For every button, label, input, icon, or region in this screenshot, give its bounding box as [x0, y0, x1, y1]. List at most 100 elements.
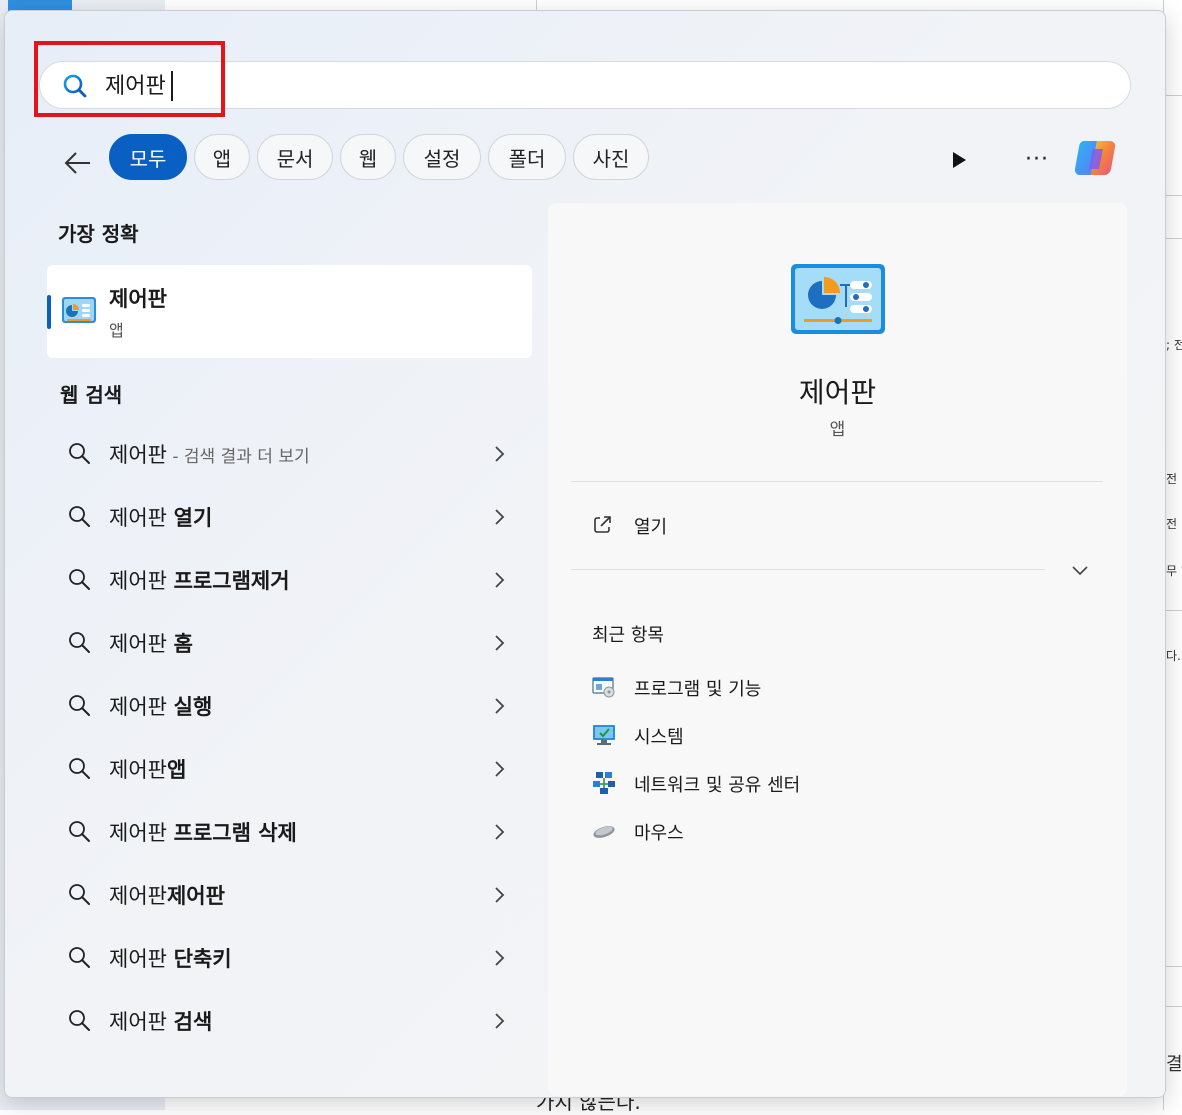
- back-arrow-icon[interactable]: [63, 149, 93, 177]
- web-search-item[interactable]: 제어판제어판: [65, 874, 515, 914]
- query-prefix: 제어판: [109, 947, 174, 971]
- web-search-item-label: 제어판 단축키: [109, 943, 232, 973]
- background-text: 전: [1166, 472, 1178, 486]
- search-icon: [69, 1010, 90, 1031]
- chevron-right-icon: [495, 446, 505, 462]
- web-search-item[interactable]: 제어판 열기: [65, 496, 515, 536]
- mouse-icon: [593, 826, 615, 838]
- search-icon: [69, 506, 90, 527]
- web-search-item[interactable]: 제어판 프로그램제거: [65, 559, 515, 599]
- web-search-item[interactable]: 제어판앱: [65, 748, 515, 788]
- recent-items-heading: 최근 항목: [592, 625, 664, 646]
- web-search-item[interactable]: 제어판 실행: [65, 685, 515, 725]
- best-match-subtitle: 앱: [109, 321, 124, 340]
- filter-apps[interactable]: 앱: [194, 134, 250, 180]
- query-prefix: 제어판: [109, 1010, 174, 1034]
- start-menu: 제어판 모두 앱 문서 웹 설정 폴더 사진 ··· 가장 정확 제어판 앱 웹…: [4, 10, 1166, 1098]
- search-icon: [69, 947, 90, 968]
- query-suggestion: 검색: [173, 1010, 213, 1034]
- background-text: 무 ?: [1166, 564, 1182, 578]
- query-suggestion: 단축키: [173, 947, 232, 971]
- preview-title: 제어판: [798, 376, 877, 409]
- background-text: 전: [1166, 517, 1178, 531]
- best-match-heading: 가장 정확: [58, 222, 139, 246]
- web-search-item[interactable]: 제어판 단축키: [65, 937, 515, 977]
- divider: [571, 481, 1103, 482]
- query-suggestion: 제어판: [166, 884, 225, 908]
- search-icon: [69, 569, 90, 590]
- search-icon: [69, 821, 90, 842]
- preview-pane: 제어판 앱 열기 최근 항목 프로그램 및 기능 시스템 네트워크 및 공유 센…: [548, 203, 1127, 1096]
- query-suggestion: 열기: [173, 506, 213, 530]
- play-more-filters-icon[interactable]: [949, 150, 969, 170]
- recent-item-label: 마우스: [634, 823, 684, 844]
- chevron-right-icon: [495, 509, 505, 525]
- query-prefix: 제어판: [109, 884, 167, 908]
- control-panel-large-icon: [791, 264, 885, 334]
- query-prefix: 제어판: [109, 569, 174, 593]
- control-panel-icon: [62, 297, 96, 323]
- query-suggestion: 프로그램 삭제: [173, 821, 297, 845]
- query-suggestion: 프로그램제거: [173, 569, 290, 593]
- web-search-item[interactable]: 제어판 프로그램 삭제: [65, 811, 515, 851]
- query-prefix: 제어판: [109, 695, 174, 719]
- recent-item-label: 프로그램 및 기능: [634, 679, 762, 700]
- web-search-item[interactable]: 제어판 - 검색 결과 더 보기: [65, 433, 515, 473]
- query-suggestion: 실행: [173, 695, 213, 719]
- chevron-right-icon: [495, 950, 505, 966]
- chevron-right-icon: [495, 761, 505, 777]
- search-icon: [69, 695, 90, 716]
- copilot-icon[interactable]: [1073, 135, 1123, 181]
- filter-all[interactable]: 모두: [109, 134, 187, 180]
- query-prefix: 제어판: [109, 506, 174, 530]
- search-icon: [69, 758, 90, 779]
- chevron-right-icon: [495, 824, 505, 840]
- web-search-item-label: 제어판 열기: [109, 502, 212, 532]
- web-search-item[interactable]: 제어판 검색: [65, 1000, 515, 1040]
- background-text: ; 전: [1166, 338, 1182, 352]
- background-text: 다. I: [1166, 649, 1182, 663]
- programs-features-icon: [592, 677, 615, 698]
- filter-documents[interactable]: 문서: [257, 134, 333, 180]
- filter-settings[interactable]: 설정: [403, 134, 481, 180]
- chevron-right-icon: [495, 1013, 505, 1029]
- background-divider: [536, 0, 537, 10]
- query-suggestion: 홈: [173, 632, 193, 656]
- open-external-icon[interactable]: [592, 515, 612, 535]
- query-prefix: 제어판: [109, 443, 167, 467]
- search-icon: [69, 443, 90, 464]
- chevron-down-icon[interactable]: [1071, 564, 1089, 576]
- best-match-item[interactable]: 제어판 앱: [47, 265, 532, 358]
- web-search-item-label: 제어판 검색: [109, 1006, 212, 1036]
- web-search-item-label: 제어판 홈: [109, 628, 193, 658]
- divider: [571, 569, 1045, 570]
- best-match-title: 제어판: [109, 287, 167, 311]
- background-text: 결: [1166, 1054, 1182, 1075]
- search-icon: [69, 884, 90, 905]
- filter-web[interactable]: 웹: [340, 134, 396, 180]
- system-monitor-icon: [593, 725, 615, 745]
- chevron-right-icon: [495, 635, 505, 651]
- filter-photos[interactable]: 사진: [573, 134, 649, 180]
- open-action[interactable]: 열기: [634, 513, 667, 539]
- more-options-button[interactable]: ···: [1025, 147, 1049, 172]
- preview-subtitle: 앱: [829, 420, 846, 440]
- recent-item-label: 네트워크 및 공유 센터: [634, 775, 801, 796]
- web-search-item[interactable]: 제어판 홈: [65, 622, 515, 662]
- web-search-item-label: 제어판 프로그램제거: [109, 565, 290, 595]
- query-suggestion: 앱: [166, 758, 187, 782]
- query-hint: - 검색 결과 더 보기: [166, 447, 310, 467]
- web-search-item-label: 제어판 프로그램 삭제: [109, 817, 297, 847]
- search-icon: [69, 632, 90, 653]
- web-search-item-label: 제어판제어판: [109, 880, 225, 910]
- network-sharing-icon: [593, 772, 615, 794]
- selection-indicator: [47, 295, 51, 329]
- chevron-right-icon: [495, 887, 505, 903]
- query-prefix: 제어판: [109, 632, 174, 656]
- chevron-right-icon: [495, 698, 505, 714]
- filter-folders[interactable]: 폴더: [488, 134, 566, 180]
- query-prefix: 제어판: [109, 821, 174, 845]
- web-search-item-label: 제어판 실행: [109, 691, 212, 721]
- web-search-heading: 웹 검색: [60, 383, 123, 407]
- web-search-item-label: 제어판앱: [109, 754, 186, 784]
